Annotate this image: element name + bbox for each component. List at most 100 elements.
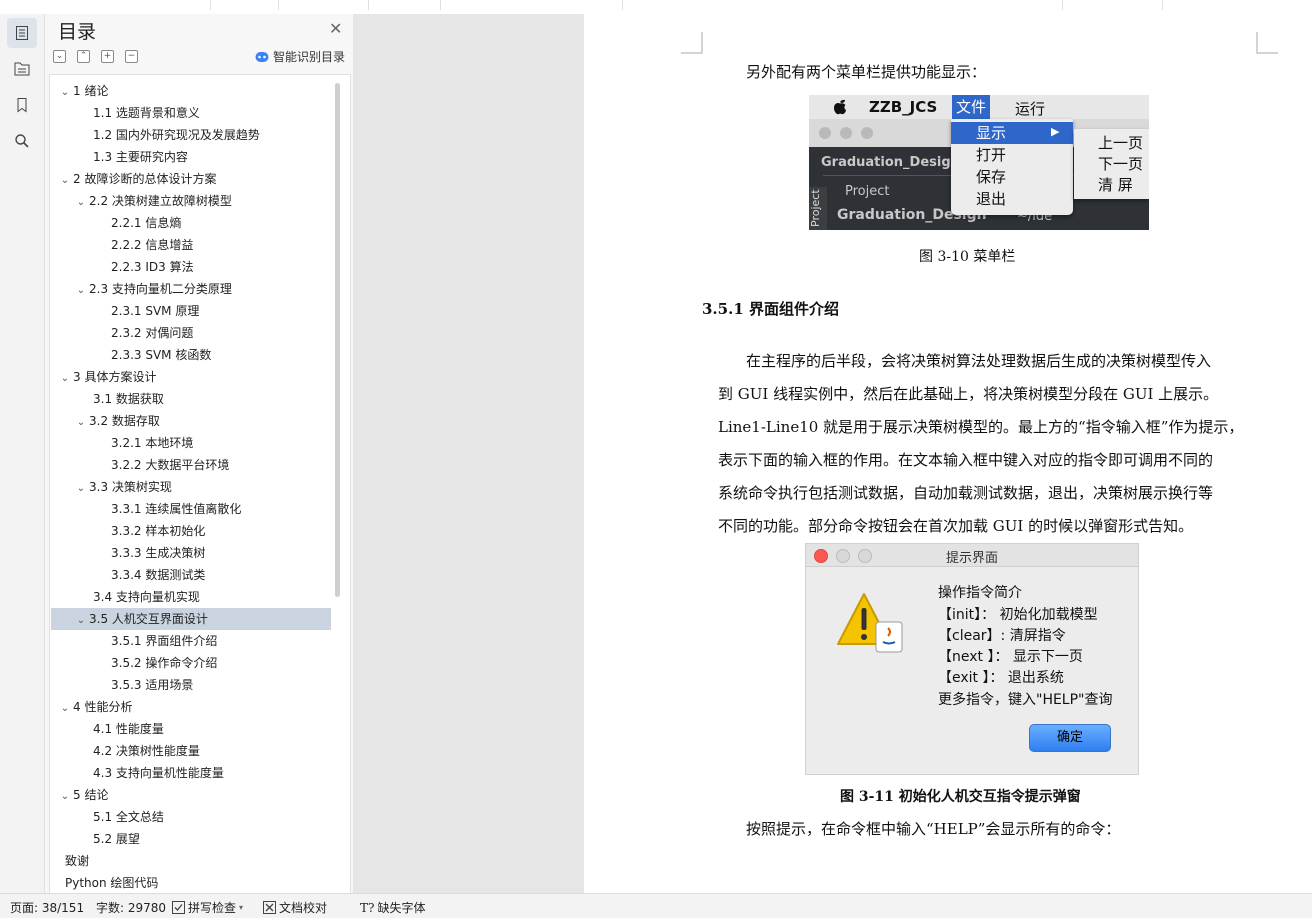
toc-item[interactable]: 3.2.1 本地环境 — [51, 432, 331, 454]
toc-item[interactable]: Python 绘图代码 — [51, 872, 331, 894]
toc-item[interactable]: 3.5.2 操作命令介绍 — [51, 652, 331, 674]
toc-item[interactable]: ⌄ 1 绪论 — [51, 80, 331, 102]
toc-item-label: 2.2.1 信息熵 — [111, 216, 182, 230]
fig-sub-next: 下一页 — [1098, 155, 1144, 173]
para-line: 不同的功能。部分命令按钮会在首次加载 GUI 的时候以弹窗形式告知。 — [718, 517, 1194, 535]
chevron-down-icon[interactable]: ⌄ — [59, 82, 71, 104]
toc-item[interactable]: 1.2 国内外研究现况及发展趋势 — [51, 124, 331, 146]
toc-item-label: 2.2.3 ID3 算法 — [111, 260, 194, 274]
toc-item-label: 2.3.2 对偶问题 — [111, 326, 194, 340]
chevron-down-icon[interactable]: ⌄ — [75, 610, 87, 632]
toc-item-label: 4.1 性能度量 — [93, 722, 164, 736]
toc-item[interactable]: ⌄ 2.2 决策树建立故障树模型 — [51, 190, 331, 212]
toc-item[interactable]: ⌄ 4 性能分析 — [51, 696, 331, 718]
dialog-titlebar: 提示界面 — [806, 544, 1138, 567]
toc-item-label: 3 具体方案设计 — [73, 370, 157, 384]
page-indicator[interactable]: 页面: 38/151 — [10, 899, 84, 916]
chevron-down-icon[interactable]: ⌄ — [59, 698, 71, 720]
missing-font-label: 缺失字体 — [377, 901, 426, 915]
toc-item[interactable]: 2.3.2 对偶问题 — [51, 322, 331, 344]
toc-view-button[interactable] — [7, 18, 37, 48]
toc-item[interactable]: 2.3.1 SVM 原理 — [51, 300, 331, 322]
toc-item-label: 4 性能分析 — [73, 700, 133, 714]
collapse-one-level-button[interactable]: ⌄ — [53, 50, 66, 63]
chevron-down-icon[interactable]: ⌄ — [75, 192, 87, 214]
toc-item-label: 3.5.1 界面组件介绍 — [111, 634, 218, 648]
toc-item[interactable]: 3.4 支持向量机实现 — [51, 586, 331, 608]
toc-item[interactable]: 2.2.1 信息熵 — [51, 212, 331, 234]
toc-item-label: 3.2.2 大数据平台环境 — [111, 458, 230, 472]
toc-item[interactable]: 3.5.1 界面组件介绍 — [51, 630, 331, 652]
outline-view-button[interactable] — [7, 54, 37, 84]
submenu-arrow-icon: ▶ — [1051, 125, 1060, 138]
left-icon-bar — [0, 14, 45, 893]
dialog-title: 提示界面 — [945, 551, 998, 566]
toc-item[interactable]: ⌄ 3.2 数据存取 — [51, 410, 331, 432]
toc-item[interactable]: 5.2 展望 — [51, 828, 331, 850]
window-dot — [819, 127, 831, 139]
toc-item-label: 2.2 决策树建立故障树模型 — [89, 194, 232, 208]
chevron-down-icon[interactable]: ⌄ — [75, 412, 87, 434]
toc-item[interactable]: 3.2.2 大数据平台环境 — [51, 454, 331, 476]
toc-item[interactable]: 1.1 选题背景和意义 — [51, 102, 331, 124]
proofread-button[interactable]: 文档校对 — [263, 899, 327, 916]
collapse-all-button[interactable]: − — [125, 50, 138, 63]
para-line: 到 GUI 线程实例中，然后在此基础上，将决策树模型分段在 GUI 上展示。 — [718, 385, 1219, 403]
bookmark-icon — [17, 98, 27, 113]
document-list-icon — [16, 26, 28, 40]
toc-item[interactable]: 1.3 主要研究内容 — [51, 146, 331, 168]
toc-scrollbar[interactable] — [335, 83, 340, 597]
toc-item[interactable]: ⌄ 2 故障诊断的总体设计方案 — [51, 168, 331, 190]
toc-item-label: 3.2 数据存取 — [89, 414, 160, 428]
fig-menubar: ZZB_JCS 文件 运行 — [809, 95, 1149, 119]
page-corner-mark — [1256, 32, 1278, 54]
toc-item[interactable]: 4.2 决策树性能度量 — [51, 740, 331, 762]
apple-logo-icon — [834, 99, 846, 115]
word-count[interactable]: 字数: 29780 — [96, 899, 166, 916]
close-icon[interactable]: ✕ — [329, 19, 342, 38]
window-dot — [861, 127, 873, 139]
page-count: 页面: 38/151 — [10, 901, 85, 915]
expand-all-button[interactable]: + — [101, 50, 114, 63]
intro-line: 另外配有两个菜单栏提供功能显示： — [746, 63, 987, 81]
toc-item[interactable]: ⌄ 2.3 支持向量机二分类原理 — [51, 278, 331, 300]
toc-panel: 目录 ✕ ⌄ ⌃ + − 智能识别目录 ⌄ 1 绪论 1.1 选题背景和意义 1.2 … — [45, 14, 353, 895]
chevron-down-icon[interactable]: ⌄ — [75, 280, 87, 302]
word-count-label: 字数: 29780 — [96, 901, 167, 915]
top-ruler-bar — [0, 0, 1312, 15]
expand-one-level-button[interactable]: ⌃ — [77, 50, 90, 63]
toc-item[interactable]: 3.3.4 数据测试类 — [51, 564, 331, 586]
toc-item[interactable]: 4.1 性能度量 — [51, 718, 331, 740]
chevron-down-icon[interactable]: ⌄ — [75, 478, 87, 500]
missing-font-button[interactable]: T? 缺失字体 — [360, 899, 425, 916]
toc-item[interactable]: 3.1 数据获取 — [51, 388, 331, 410]
chevron-down-icon[interactable]: ⌄ — [59, 368, 71, 390]
toc-item[interactable]: 3.3.1 连续属性值离散化 — [51, 498, 331, 520]
toc-item[interactable]: ⌄ 3.5 人机交互界面设计 — [51, 608, 331, 630]
toc-item[interactable]: 2.2.3 ID3 算法 — [51, 256, 331, 278]
toc-item[interactable]: 3.5.3 适用场景 — [51, 674, 331, 696]
chevron-down-icon[interactable]: ⌄ — [59, 786, 71, 808]
toc-item[interactable]: ⌄ 3 具体方案设计 — [51, 366, 331, 388]
toc-item[interactable]: 4.3 支持向量机性能度量 — [51, 762, 331, 784]
toc-item-label: 5.2 展望 — [93, 832, 140, 846]
toc-item[interactable]: 致谢 — [51, 850, 331, 872]
toc-item[interactable]: 3.3.2 样本初始化 — [51, 520, 331, 542]
spell-check-label: 拼写检查 — [188, 901, 237, 915]
toc-item-label: 2.2.2 信息增益 — [111, 238, 194, 252]
spell-check-button[interactable]: 拼写检查 ▾ — [172, 899, 243, 916]
toc-item[interactable]: ⌄ 3.3 决策树实现 — [51, 476, 331, 498]
bookmark-view-button[interactable] — [7, 90, 37, 120]
fig-dropdown-menu: 显示 ▶ 打开 保存 退出 — [951, 119, 1073, 215]
search-button[interactable] — [7, 126, 37, 156]
toc-item[interactable]: 5.1 全文总结 — [51, 806, 331, 828]
toc-item[interactable]: 3.3.3 生成决策树 — [51, 542, 331, 564]
smart-toc-button[interactable]: 智能识别目录 — [255, 48, 345, 65]
toc-item[interactable]: ⌄ 5 结论 — [51, 784, 331, 806]
toc-item-label: 1.3 主要研究内容 — [93, 150, 188, 164]
chevron-down-icon[interactable]: ⌄ — [59, 170, 71, 192]
fig-menu-file: 文件 — [952, 95, 991, 119]
toc-item[interactable]: 2.3.3 SVM 核函数 — [51, 344, 331, 366]
toc-item[interactable]: 2.2.2 信息增益 — [51, 234, 331, 256]
toc-item-label: 3.3.3 生成决策树 — [111, 546, 206, 560]
